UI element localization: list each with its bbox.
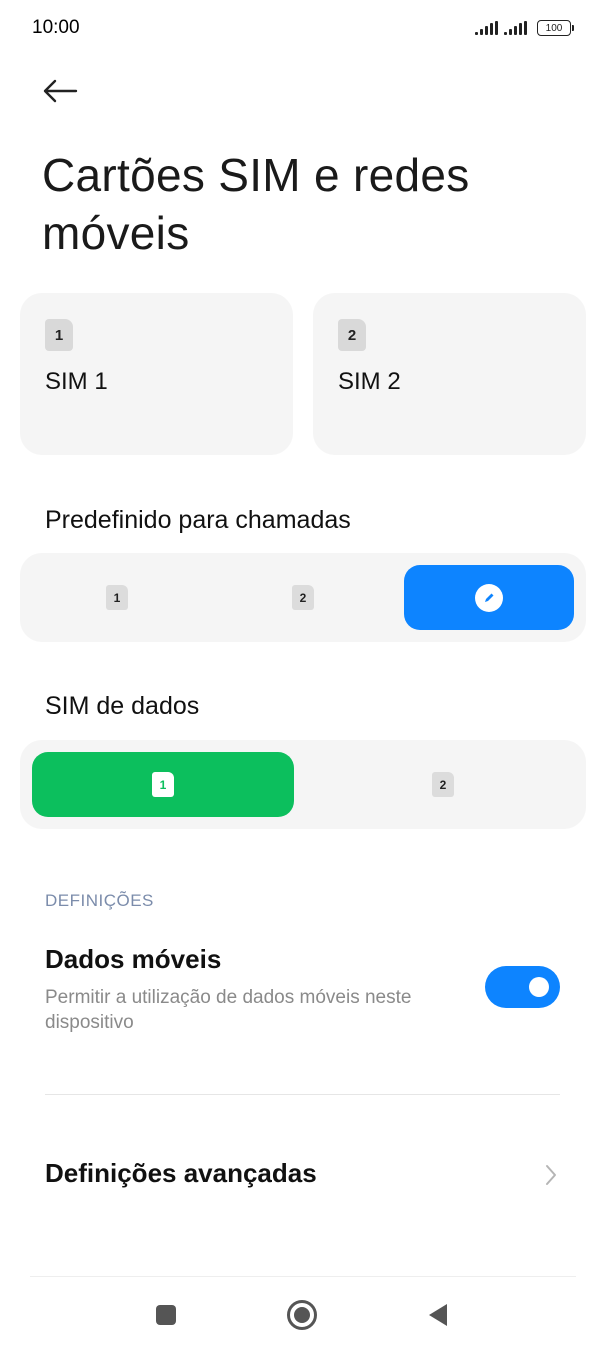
sim-2-icon: 2 — [338, 319, 366, 351]
home-circle-icon — [287, 1300, 317, 1330]
advanced-settings-row[interactable]: Definições avançadas — [0, 1130, 605, 1220]
sim-1-icon: 1 — [152, 772, 174, 797]
sim-2-icon: 2 — [432, 772, 454, 797]
page-title: Cartões SIM e redes móveis — [42, 149, 470, 259]
recents-button[interactable] — [146, 1295, 186, 1335]
sim-2-icon: 2 — [292, 585, 314, 610]
signal-sim1-icon — [475, 21, 498, 35]
signal-sim2-icon — [504, 21, 527, 35]
home-button[interactable] — [282, 1295, 322, 1335]
mobile-data-toggle[interactable] — [485, 966, 560, 1008]
sim-1-icon: 1 — [106, 585, 128, 610]
chevron-right-icon — [546, 1165, 556, 1185]
status-bar: 10:00 100 — [0, 0, 605, 58]
back-triangle-icon — [429, 1304, 447, 1326]
data-sim-selector: 1 2 — [20, 740, 586, 829]
data-option-sim-2[interactable]: 2 — [312, 752, 574, 817]
sim-card-name: SIM 1 — [45, 368, 108, 395]
navigation-bar — [0, 1285, 605, 1340]
sim-1-icon: 1 — [45, 319, 73, 351]
advanced-settings-label: Definições avançadas — [45, 1158, 317, 1188]
calls-default-label: Predefinido para chamadas — [45, 506, 351, 534]
sim-card-name: SIM 2 — [338, 368, 401, 395]
data-sim-label: SIM de dados — [45, 692, 200, 720]
sim-card-2[interactable]: 2 SIM 2 — [313, 293, 586, 455]
calls-option-sim-2[interactable]: 2 — [218, 565, 388, 630]
toggle-knob — [529, 977, 549, 997]
battery-icon: 100 — [537, 20, 574, 36]
status-time: 10:00 — [32, 17, 80, 38]
data-option-sim-1[interactable]: 1 — [32, 752, 294, 817]
sim-card-1[interactable]: 1 SIM 1 — [20, 293, 293, 455]
battery-level: 100 — [545, 22, 563, 34]
divider — [45, 1094, 560, 1095]
recents-square-icon — [156, 1305, 176, 1325]
calls-option-sim-1[interactable]: 1 — [32, 565, 202, 630]
status-icons: 100 — [475, 20, 574, 36]
calls-option-ask-every-time[interactable] — [404, 565, 574, 630]
mobile-data-title: Dados móveis — [45, 944, 222, 974]
edit-pencil-icon — [475, 583, 503, 612]
back-button[interactable] — [38, 72, 82, 110]
nav-back-button[interactable] — [418, 1295, 458, 1335]
settings-section-header: DEFINIÇÕES — [45, 891, 154, 910]
calls-default-selector: 1 2 — [20, 553, 586, 642]
mobile-data-description: Permitir a utilização de dados móveis ne… — [45, 987, 412, 1033]
nav-divider — [30, 1276, 576, 1277]
arrow-left-icon — [43, 79, 78, 103]
